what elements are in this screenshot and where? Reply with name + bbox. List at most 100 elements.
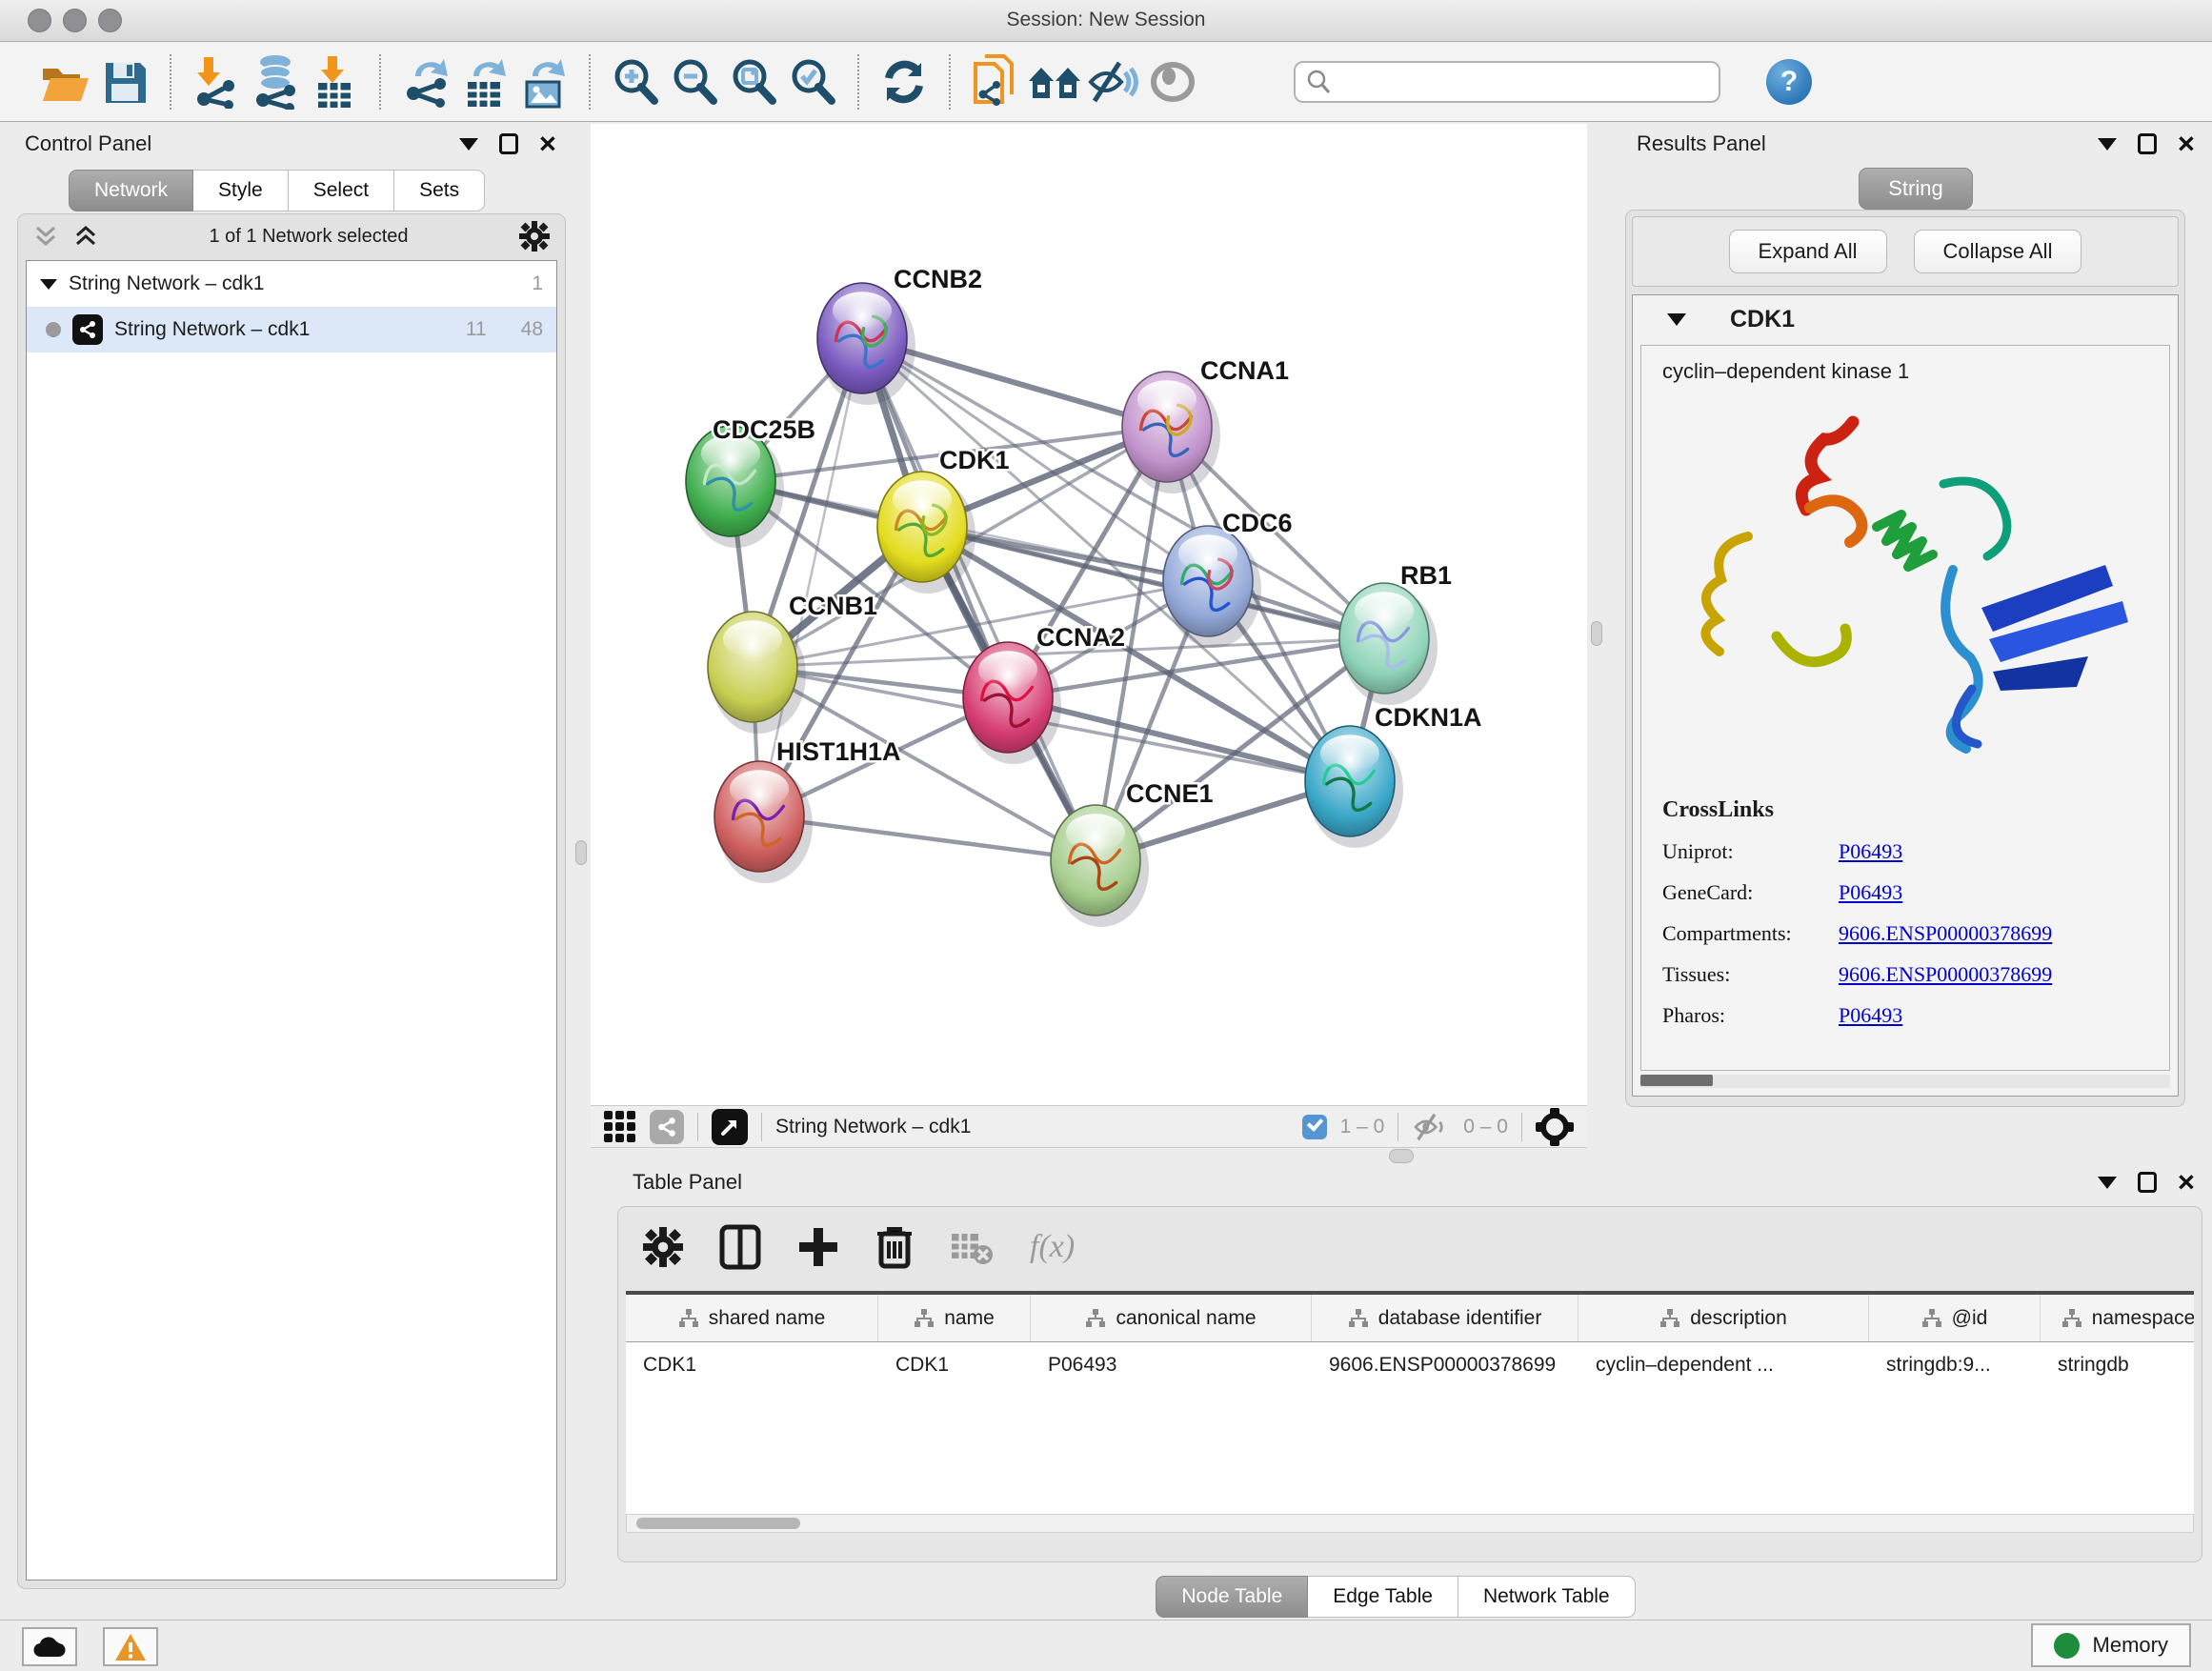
zoom-out-icon	[670, 57, 719, 107]
left-splitter-handle[interactable]	[575, 840, 587, 865]
table-cell[interactable]: CDK1	[878, 1342, 1031, 1388]
home-button[interactable]	[1025, 52, 1084, 111]
panel-float-icon[interactable]	[2138, 133, 2157, 154]
import-network-database-button[interactable]	[246, 52, 305, 111]
help-button[interactable]: ?	[1766, 59, 1812, 105]
table-cell[interactable]: cyclin–dependent ...	[1579, 1342, 1869, 1388]
show-graphics-button[interactable]	[1143, 52, 1202, 111]
table-horizontal-scrollbar[interactable]	[626, 1514, 2194, 1533]
save-session-button[interactable]	[95, 52, 154, 111]
share-document-button[interactable]	[966, 52, 1025, 111]
cloud-status-button[interactable]	[22, 1627, 77, 1666]
node-CCNA2[interactable]	[963, 642, 1061, 764]
right-splitter-handle[interactable]	[1591, 621, 1602, 646]
table-cell[interactable]: CDK1	[626, 1342, 878, 1388]
panel-close-icon[interactable]: ×	[2178, 1172, 2195, 1193]
network-canvas[interactable]: CCNB2CCNA1CDC25BCDK1CDC6RB1CCNB1CCNA2CDK…	[591, 124, 1587, 1105]
column-header-name[interactable]: name	[878, 1295, 1031, 1341]
node-RB1[interactable]	[1339, 583, 1438, 705]
open-in-window-icon[interactable]	[712, 1109, 748, 1145]
results-scrollbar[interactable]	[1640, 1075, 2170, 1088]
tab-select[interactable]: Select	[289, 170, 394, 211]
gene-section-header[interactable]: CDK1	[1633, 295, 2178, 343]
column-header-canonical-name[interactable]: canonical name	[1031, 1295, 1312, 1341]
collapse-all-icon[interactable]	[33, 224, 58, 249]
node-CDK1[interactable]	[877, 472, 975, 594]
tab-style[interactable]: Style	[193, 170, 289, 211]
panel-menu-icon[interactable]	[459, 138, 478, 151]
table-cell[interactable]: stringdb:9...	[1869, 1342, 2041, 1388]
gear-icon[interactable]	[519, 221, 550, 252]
delete-column-icon[interactable]	[875, 1224, 914, 1270]
tab-network[interactable]: Network	[69, 170, 193, 211]
birds-eye-view-icon[interactable]	[1536, 1108, 1574, 1146]
import-network-file-button[interactable]	[187, 52, 246, 111]
string-view-icon[interactable]	[650, 1110, 684, 1144]
export-network-button[interactable]	[396, 52, 455, 111]
table-cell[interactable]: P06493	[1031, 1342, 1312, 1388]
edge-CCNB2-CCNE1[interactable]	[862, 338, 1096, 860]
column-header-id[interactable]: @id	[1869, 1295, 2041, 1341]
panel-float-icon[interactable]	[2138, 1172, 2157, 1193]
node-CCNB2[interactable]	[817, 283, 915, 405]
horizontal-splitter-handle[interactable]	[1389, 1149, 1414, 1163]
warnings-button[interactable]	[103, 1627, 158, 1666]
network-collection-row[interactable]: String Network – cdk1 1	[27, 261, 556, 307]
zoom-out-button[interactable]	[665, 52, 724, 111]
node-CDKN1A[interactable]	[1305, 726, 1403, 848]
import-table-button[interactable]	[305, 52, 364, 111]
function-builder-button[interactable]: f(x)	[1030, 1229, 1075, 1265]
delete-table-icon[interactable]	[950, 1228, 994, 1266]
tree-expander-icon[interactable]	[40, 279, 57, 290]
add-column-icon[interactable]	[797, 1226, 839, 1268]
column-header-database-identifier[interactable]: database identifier	[1312, 1295, 1579, 1341]
zoom-in-button[interactable]	[606, 52, 665, 111]
table-row[interactable]: CDK1CDK1P064939606.ENSP00000378699cyclin…	[626, 1342, 2194, 1388]
section-expander-icon[interactable]	[1667, 313, 1686, 326]
selected-checkbox-icon[interactable]	[1302, 1115, 1327, 1139]
column-header-namespace[interactable]: namespace	[2041, 1295, 2194, 1341]
crosslink-uniprot[interactable]: P06493	[1839, 839, 1902, 864]
show-columns-icon[interactable]	[719, 1224, 761, 1270]
network-row-selected[interactable]: String Network – cdk1 11 48	[27, 307, 556, 352]
table-options-gear-icon[interactable]	[643, 1227, 683, 1267]
node-CCNB1[interactable]	[708, 612, 806, 734]
crosslink-genecard[interactable]: P06493	[1839, 880, 1902, 905]
tab-edge-table[interactable]: Edge Table	[1308, 1576, 1458, 1618]
table-cell[interactable]: 9606.ENSP00000378699	[1312, 1342, 1579, 1388]
export-image-button[interactable]	[514, 52, 573, 111]
expand-all-button[interactable]: Expand All	[1729, 230, 1887, 273]
tab-node-table[interactable]: Node Table	[1156, 1576, 1308, 1618]
export-table-button[interactable]	[455, 52, 514, 111]
panel-menu-icon[interactable]	[2098, 138, 2117, 151]
tab-string[interactable]: String	[1859, 168, 1972, 210]
grid-view-icon[interactable]	[604, 1111, 636, 1143]
crosslink-tissues[interactable]: 9606.ENSP00000378699	[1839, 962, 2052, 987]
tab-sets[interactable]: Sets	[394, 170, 485, 211]
node-CDC25B[interactable]	[686, 426, 784, 548]
network-graph[interactable]: CCNB2CCNA1CDC25BCDK1CDC6RB1CCNB1CCNA2CDK…	[591, 124, 1587, 1105]
tab-network-table[interactable]: Network Table	[1458, 1576, 1636, 1618]
node-CDC6[interactable]	[1163, 526, 1261, 648]
crosslink-pharos[interactable]: P06493	[1839, 1003, 1902, 1028]
open-session-button[interactable]	[36, 52, 95, 111]
panel-menu-icon[interactable]	[2098, 1177, 2117, 1189]
memory-button[interactable]: Memory	[2031, 1623, 2191, 1667]
apply-layout-button[interactable]	[875, 52, 934, 111]
expand-all-icon[interactable]	[73, 224, 98, 249]
zoom-selected-button[interactable]	[783, 52, 842, 111]
node-CCNE1[interactable]	[1051, 805, 1149, 927]
column-header-description[interactable]: description	[1579, 1295, 1869, 1341]
panel-close-icon[interactable]: ×	[2178, 133, 2195, 154]
node-HIST1H1A[interactable]	[714, 761, 813, 883]
column-header-shared-name[interactable]: shared name	[626, 1295, 878, 1341]
panel-close-icon[interactable]: ×	[539, 133, 556, 154]
crosslink-compartments[interactable]: 9606.ENSP00000378699	[1839, 921, 2052, 946]
hide-elements-button[interactable]	[1084, 52, 1143, 111]
hidden-eye-slash-icon[interactable]	[1412, 1112, 1450, 1142]
table-cell[interactable]: stringdb	[2041, 1342, 2194, 1388]
collapse-all-button[interactable]: Collapse All	[1914, 230, 2082, 273]
panel-float-icon[interactable]	[499, 133, 518, 154]
zoom-fit-button[interactable]	[724, 52, 783, 111]
search-input[interactable]	[1332, 71, 1694, 93]
